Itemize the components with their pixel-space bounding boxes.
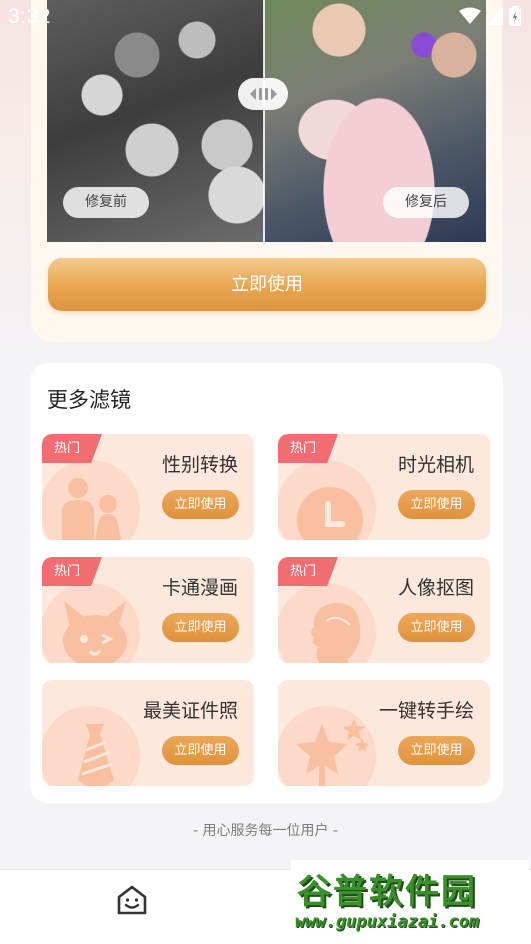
- hot-badge: 热门: [42, 434, 102, 463]
- compare-divider: [263, 0, 265, 242]
- footer-tagline: - 用心服务每一位用户 -: [192, 823, 338, 839]
- tile-use-button[interactable]: 立即使用: [162, 490, 239, 519]
- tile-use-button[interactable]: 立即使用: [398, 613, 475, 642]
- tile-use-button[interactable]: 立即使用: [398, 736, 475, 765]
- tile-use-button[interactable]: 立即使用: [398, 490, 475, 519]
- home-smile-icon[interactable]: [115, 883, 149, 917]
- tile-title: 性别转换: [161, 454, 238, 476]
- cartoon-rabbit-icon: [63, 601, 127, 663]
- grip-icon: [264, 88, 268, 100]
- grip-icon: [258, 88, 262, 100]
- before-after-compare[interactable]: 修复前 修复后: [47, 0, 486, 242]
- site-watermark: 谷普软件园 www.gupuxiazai.com: [291, 860, 529, 940]
- after-label: 修复后: [383, 187, 469, 218]
- tile-title: 时光相机: [397, 454, 474, 476]
- tile-title: 人像抠图: [397, 577, 474, 599]
- filter-tile-gender-swap[interactable]: 热门 性别转换 立即使用: [42, 434, 254, 540]
- wifi-icon: [459, 7, 481, 24]
- arrow-right-icon: [270, 88, 277, 100]
- hot-badge: 热门: [278, 557, 338, 586]
- star-wand-icon: [296, 720, 369, 786]
- hot-badge: 热门: [42, 557, 102, 586]
- tile-use-button[interactable]: 立即使用: [162, 613, 239, 642]
- compare-drag-handle[interactable]: [238, 78, 288, 110]
- necktie-icon: [78, 724, 114, 786]
- filter-tile-hand-drawn[interactable]: 一键转手绘 立即使用: [278, 680, 490, 786]
- status-bar: 3:32: [0, 0, 531, 36]
- filter-tile-time-camera[interactable]: 热门 时光相机 立即使用: [278, 434, 490, 540]
- people-icon: [62, 478, 122, 540]
- arrow-left-icon: [249, 88, 256, 100]
- tile-title: 卡通漫画: [161, 577, 238, 599]
- profile-silhouette-icon: [311, 602, 361, 663]
- clock-icon: [297, 487, 363, 540]
- tile-title: 一键转手绘: [378, 700, 474, 722]
- filter-tile-id-photo[interactable]: 最美证件照 立即使用: [42, 680, 254, 786]
- use-now-button[interactable]: 立即使用: [48, 258, 486, 311]
- watermark-url: www.gupuxiazai.com: [295, 912, 480, 932]
- tile-use-button[interactable]: 立即使用: [162, 736, 239, 765]
- watermark-title: 谷普软件园: [297, 872, 477, 912]
- tile-title: 最美证件照: [142, 700, 238, 722]
- filters-title: 更多滤镜: [47, 388, 131, 412]
- battery-icon: [509, 6, 521, 26]
- signal-icon: [487, 7, 503, 25]
- filter-tile-portrait-cutout[interactable]: 热门 人像抠图 立即使用: [278, 557, 490, 663]
- hot-badge: 热门: [278, 434, 338, 463]
- status-time: 3:32: [8, 5, 51, 28]
- filter-tile-cartoon[interactable]: 热门 卡通漫画 立即使用: [42, 557, 254, 663]
- status-icons: [459, 6, 521, 26]
- before-label: 修复前: [63, 187, 149, 218]
